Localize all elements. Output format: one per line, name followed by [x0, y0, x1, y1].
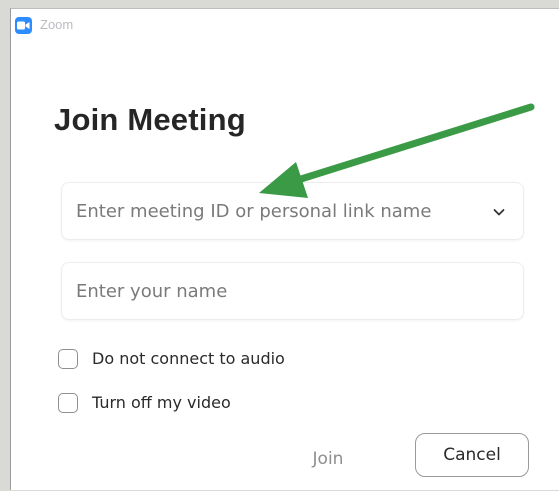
- name-field[interactable]: [61, 262, 524, 320]
- page-title: Join Meeting: [54, 102, 246, 137]
- audio-option-label: Do not connect to audio: [92, 349, 285, 368]
- zoom-camera-icon: [15, 17, 32, 34]
- audio-checkbox[interactable]: [58, 349, 78, 369]
- annotation-arrow: [259, 103, 535, 198]
- zoom-join-window: Zoom Join Meeting Do not connect to audi…: [10, 8, 559, 490]
- meeting-id-input[interactable]: [76, 193, 486, 229]
- meeting-id-combobox[interactable]: [61, 182, 524, 240]
- name-input[interactable]: [76, 273, 486, 309]
- video-checkbox[interactable]: [58, 393, 78, 413]
- video-option-label: Turn off my video: [92, 393, 231, 412]
- title-bar: Zoom: [11, 9, 559, 43]
- app-title: Zoom: [40, 17, 74, 32]
- join-button[interactable]: Join: [292, 441, 364, 477]
- cancel-button[interactable]: Cancel: [415, 433, 529, 477]
- chevron-down-icon[interactable]: [491, 204, 507, 220]
